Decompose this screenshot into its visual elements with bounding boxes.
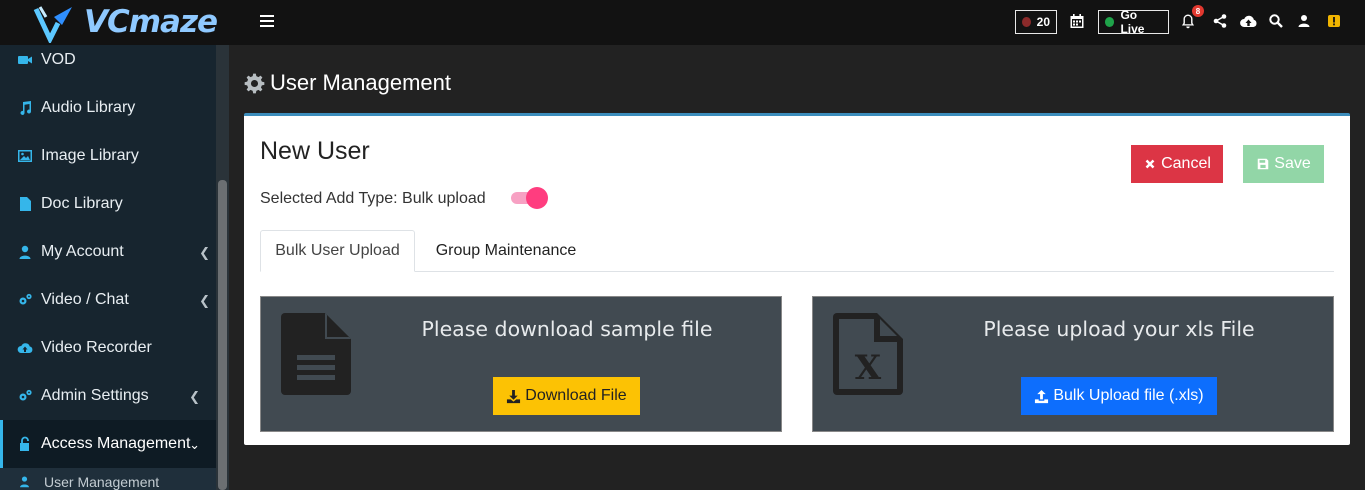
upload-xls-panel: X Please upload your xls File Bulk Uploa… (812, 296, 1334, 432)
logo-mark-icon (33, 6, 72, 43)
download-icon (507, 389, 521, 403)
sidebar-item-label: Doc Library (41, 195, 123, 212)
sidebar-item-image-library[interactable]: Image Library (0, 132, 216, 180)
share-icon[interactable] (1211, 12, 1229, 30)
download-file-button[interactable]: Download File (493, 377, 640, 415)
sidebar-item-label: Admin Settings (41, 387, 149, 404)
sidebar-item-my-account[interactable]: My Account ❮ (0, 228, 216, 276)
toggle-knob (526, 187, 548, 209)
download-file-label: Download File (525, 387, 627, 404)
chevron-down-icon: ⌄ (189, 437, 200, 452)
sidebar-item-video-chat[interactable]: Video / Chat ❮ (0, 276, 216, 324)
logo-text: VCmaze (84, 4, 218, 40)
sidebar: VOD Audio Library Image Library Doc Libr… (0, 0, 229, 490)
cloud-upload-icon[interactable] (1238, 12, 1259, 30)
sidebar-subitem-user-management[interactable]: User Management (0, 468, 216, 490)
bulk-upload-button[interactable]: Bulk Upload file (.xls) (1021, 377, 1217, 415)
red-dot-icon (1022, 17, 1031, 27)
bulk-upload-label: Bulk Upload file (.xls) (1053, 387, 1204, 404)
sidebar-scrollbar-thumb[interactable] (218, 180, 227, 490)
upload-instruction-text: Please upload your xls File (983, 317, 1255, 341)
live-count: 20 (1036, 15, 1050, 29)
tab-bulk-user-upload[interactable]: Bulk User Upload (260, 230, 415, 272)
file-excel-icon: X (833, 313, 903, 395)
green-dot-icon (1105, 17, 1115, 27)
close-icon (1145, 159, 1155, 169)
cancel-button[interactable]: Cancel (1131, 145, 1223, 183)
go-live-button[interactable]: Go Live (1098, 8, 1169, 36)
sidebar-item-audio-library[interactable]: Audio Library (0, 84, 216, 132)
gear-icon (244, 73, 265, 93)
tab-group-maintenance[interactable]: Group Maintenance (420, 230, 592, 272)
new-user-card: New User Selected Add Type: Bulk upload … (244, 113, 1350, 445)
sidebar-item-label: Access Management (41, 435, 191, 452)
cogs-icon (16, 387, 34, 405)
logo: VCmaze (0, 0, 229, 45)
chevron-left-icon: ❮ (189, 389, 200, 404)
search-icon[interactable] (1267, 12, 1285, 30)
add-type-label: Selected Add Type: Bulk upload (260, 190, 486, 207)
upload-icon (1035, 389, 1049, 403)
sidebar-item-access-management[interactable]: Access Management ⌄ (0, 420, 216, 468)
user-icon (18, 475, 32, 489)
live-count-badge[interactable]: 20 (1015, 10, 1057, 34)
sidebar-item-label: VOD (41, 51, 76, 68)
cancel-button-label: Cancel (1161, 155, 1211, 172)
video-camera-icon (16, 51, 34, 69)
unlock-icon (16, 435, 34, 453)
file-text-icon (281, 313, 351, 395)
sidebar-item-label: Video Recorder (41, 339, 152, 356)
save-button[interactable]: Save (1243, 145, 1324, 183)
download-instruction-text: Please download sample file (421, 317, 713, 341)
document-icon (16, 195, 34, 213)
cogs-icon (16, 291, 34, 309)
sidebar-item-video-recorder[interactable]: Video Recorder (0, 324, 216, 372)
user-profile-icon[interactable] (1295, 12, 1313, 30)
top-navbar: 20 Go Live 8 (229, 0, 1365, 45)
music-note-icon (16, 99, 34, 117)
tab-bar: Bulk User Upload Group Maintenance (260, 230, 1334, 272)
save-button-label: Save (1274, 155, 1311, 172)
card-title: New User (260, 137, 370, 165)
page-title: User Management (244, 70, 451, 96)
image-icon (16, 147, 34, 165)
add-type-toggle[interactable] (511, 187, 548, 209)
sidebar-item-label: Audio Library (41, 99, 136, 116)
chevron-left-icon: ❮ (199, 293, 210, 308)
go-live-label: Go Live (1120, 8, 1145, 36)
chevron-left-icon: ❮ (199, 245, 210, 260)
svg-text:X: X (855, 348, 882, 388)
notification-count-badge: 8 (1192, 5, 1204, 17)
sidebar-nav: VOD Audio Library Image Library Doc Libr… (0, 36, 216, 490)
page-title-text: User Management (270, 70, 451, 95)
download-sample-panel: Please download sample file Download Fil… (260, 296, 782, 432)
sidebar-item-admin-settings[interactable]: Admin Settings ❮ (0, 372, 216, 420)
sidebar-item-label: My Account (41, 243, 124, 260)
hamburger-menu-icon[interactable] (260, 15, 274, 29)
sidebar-subitem-label: User Management (44, 474, 160, 490)
sidebar-item-label: Video / Chat (41, 291, 129, 308)
calendar-icon[interactable] (1068, 12, 1086, 30)
sidebar-item-label: Image Library (41, 147, 139, 164)
warning-icon[interactable] (1325, 12, 1343, 30)
sidebar-item-doc-library[interactable]: Doc Library (0, 180, 216, 228)
user-icon (16, 243, 34, 261)
floppy-disk-icon (1258, 158, 1269, 170)
cloud-upload-icon (16, 339, 34, 357)
